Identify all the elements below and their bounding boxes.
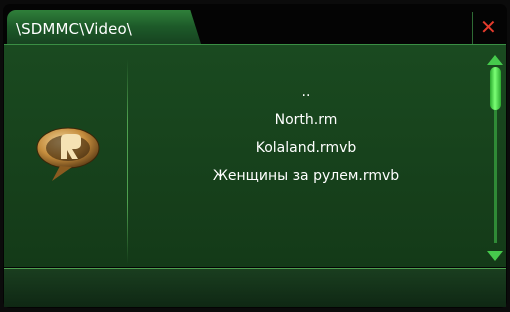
scroll-up-arrow-icon[interactable] — [487, 55, 503, 65]
list-item[interactable]: Kolaland.rmvb — [130, 134, 482, 162]
scrollbar-thumb[interactable] — [490, 67, 501, 110]
bottom-toolbar — [4, 268, 506, 307]
realplayer-logo-icon — [34, 123, 104, 183]
file-list: .. North.rm Kolaland.rmvb Женщины за рул… — [130, 78, 482, 190]
path-label: \SDMMC\Video\ — [16, 20, 132, 38]
list-item[interactable]: Женщины за рулем.rmvb — [130, 162, 482, 190]
close-button[interactable]: ✕ — [472, 12, 503, 44]
list-item[interactable]: North.rm — [130, 106, 482, 134]
close-icon: ✕ — [480, 15, 497, 39]
scroll-down-arrow-icon[interactable] — [487, 251, 503, 261]
panel-divider — [127, 59, 128, 264]
list-item-parent[interactable]: .. — [130, 78, 482, 106]
